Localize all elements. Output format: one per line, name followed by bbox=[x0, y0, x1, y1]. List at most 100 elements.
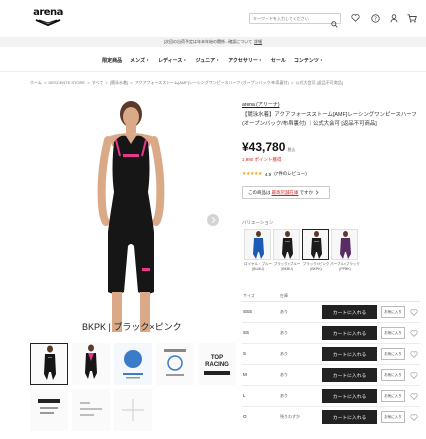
heart-icon[interactable] bbox=[408, 369, 420, 381]
thumbnail-back[interactable] bbox=[72, 343, 110, 385]
search-input[interactable] bbox=[250, 14, 328, 23]
breadcrumb-store[interactable]: DESCENTE STORE bbox=[48, 80, 85, 85]
brand-link[interactable]: arena (アリーナ) bbox=[242, 101, 280, 108]
product-title: 【競泳水着】アクアフォースストーム[AMF]レーシングワンピースハーフ(オープン… bbox=[242, 112, 417, 127]
search-icon[interactable] bbox=[331, 15, 338, 33]
breadcrumb-sep: > bbox=[130, 80, 133, 85]
size-row: S あり カートに入れる お気に入り bbox=[242, 344, 420, 365]
global-nav: 限定商品 メンズ・ レディース・ ジュニア・ アクセサリー・ セール コンテンツ… bbox=[0, 50, 426, 72]
points-text: 1,990 ポイント獲得 bbox=[242, 157, 282, 162]
thumbnail-top-racing[interactable]: TOP RACING bbox=[198, 343, 236, 385]
stock-status: あり bbox=[280, 393, 288, 398]
heart-icon[interactable] bbox=[408, 306, 420, 318]
svg-text:RACING: RACING bbox=[205, 362, 229, 368]
stock-suffix: ですか bbox=[299, 189, 314, 195]
size-table-header: サイズ 在庫 bbox=[242, 292, 420, 302]
stock-status: 残りわずか bbox=[280, 414, 300, 419]
breadcrumb-sep: > bbox=[44, 80, 47, 85]
star-rating-icon: ★★★★★ bbox=[242, 171, 262, 177]
chevron-right-icon bbox=[315, 190, 319, 195]
thumbnail-world-aquatics[interactable] bbox=[156, 343, 194, 385]
breadcrumb-product-tail: 公式大会可 [返品不可商品] bbox=[295, 80, 343, 85]
add-to-cart-button[interactable]: カートに入れる bbox=[322, 305, 377, 319]
stock-prefix: この商品は bbox=[248, 189, 271, 195]
notice-text: [次回の出荷予定は年末年始の関係...確認について bbox=[163, 39, 253, 44]
size-row: SSS あり カートに入れる お気に入り bbox=[242, 302, 420, 323]
color-caption: BKPK | ブラック×ピンク bbox=[82, 322, 182, 332]
variation-label: バリエーション bbox=[242, 220, 274, 225]
favorite-button[interactable]: お気に入り bbox=[381, 411, 405, 423]
variation-black-blue[interactable] bbox=[273, 229, 300, 260]
size-label: S bbox=[243, 351, 247, 356]
user-icon[interactable] bbox=[388, 12, 400, 24]
variation-name: ブラック×ピンク(BKPK) bbox=[302, 262, 330, 271]
favorite-button[interactable]: お気に入り bbox=[381, 306, 405, 318]
tax-label: 税込 bbox=[287, 147, 296, 152]
thumbnail-aquaforce[interactable] bbox=[114, 343, 152, 385]
help-icon[interactable]: ? bbox=[369, 12, 381, 24]
favorite-button[interactable]: お気に入り bbox=[381, 348, 405, 360]
size-row: SS あり カートに入れる お気に入り bbox=[242, 323, 420, 344]
stock-status: あり bbox=[280, 351, 288, 356]
stock-link[interactable]: 最寄店舗在庫 bbox=[272, 190, 299, 196]
svg-text:?: ? bbox=[374, 16, 377, 22]
thumbnail-tech[interactable] bbox=[72, 389, 110, 431]
variation-blue[interactable] bbox=[244, 229, 271, 260]
add-to-cart-button[interactable]: カートに入れる bbox=[322, 389, 377, 403]
variation-name: ロイヤル・ブルー(BLMU) bbox=[244, 262, 272, 271]
main-product-image[interactable] bbox=[30, 92, 232, 338]
variation-name: パープル×ブラック(PPBK) bbox=[330, 262, 360, 271]
notice-link[interactable]: 詳細 bbox=[254, 39, 262, 44]
add-to-cart-button[interactable]: カートに入れる bbox=[322, 347, 377, 361]
thumbnail-logo[interactable] bbox=[30, 389, 68, 431]
nav-item-mens[interactable]: メンズ・ bbox=[126, 57, 154, 64]
next-image-button[interactable] bbox=[207, 214, 219, 226]
heart-icon[interactable] bbox=[408, 411, 420, 423]
breadcrumb-sep: > bbox=[291, 80, 294, 85]
store-stock-button[interactable]: この商品は 最寄店舗在庫 ですか bbox=[242, 186, 330, 199]
variation-name: ブラック×ブルー(BKBU) bbox=[273, 262, 301, 271]
variation-purple-black[interactable] bbox=[331, 229, 358, 260]
arena-logo[interactable]: arena bbox=[32, 8, 64, 30]
review-count[interactable]: (7件のレビュー) bbox=[274, 171, 307, 177]
size-row: L あり カートに入れる お気に入り bbox=[242, 386, 420, 407]
add-to-cart-button[interactable]: カートに入れる bbox=[322, 326, 377, 340]
favorite-button[interactable]: お気に入り bbox=[381, 390, 405, 402]
favorite-button[interactable]: お気に入り bbox=[381, 327, 405, 339]
size-label: SSS bbox=[243, 309, 253, 314]
stock-status: あり bbox=[280, 309, 288, 314]
size-label: L bbox=[243, 393, 246, 398]
breadcrumb: ホーム > DESCENTE STORE > すべて > [競泳水着] > アク… bbox=[30, 80, 344, 86]
heart-icon[interactable] bbox=[408, 348, 420, 360]
nav-item-junior[interactable]: ジュニア・ bbox=[191, 57, 224, 64]
nav-item-contents[interactable]: コンテンツ・ bbox=[290, 57, 328, 64]
variation-black-pink[interactable] bbox=[302, 229, 329, 260]
size-label: O bbox=[243, 414, 247, 419]
size-row: O 残りわずか カートに入れる お気に入り bbox=[242, 407, 420, 428]
breadcrumb-sep: > bbox=[105, 80, 108, 85]
thumbnail-more[interactable] bbox=[114, 389, 152, 431]
add-to-cart-button[interactable]: カートに入れる bbox=[322, 410, 377, 424]
breadcrumb-all[interactable]: すべて bbox=[92, 80, 104, 85]
search-box[interactable] bbox=[249, 13, 341, 28]
nav-item-limited[interactable]: 限定商品 bbox=[98, 57, 126, 64]
breadcrumb-category[interactable]: [競泳水着] bbox=[110, 80, 128, 85]
thumbnail-strip: TOP RACING bbox=[30, 343, 236, 433]
rating-value: 4.9 bbox=[264, 171, 272, 177]
breadcrumb-home[interactable]: ホーム bbox=[30, 80, 42, 85]
nav-item-accessory[interactable]: アクセサリー・ bbox=[224, 57, 267, 64]
heart-icon[interactable] bbox=[408, 327, 420, 339]
size-label: M bbox=[243, 372, 247, 377]
add-to-cart-button[interactable]: カートに入れる bbox=[322, 368, 377, 382]
favorite-button[interactable]: お気に入り bbox=[381, 369, 405, 381]
stock-header: 在庫 bbox=[280, 293, 288, 298]
heart-icon[interactable] bbox=[349, 12, 361, 24]
cart-icon[interactable] bbox=[406, 12, 418, 24]
notice-bar: [次回の出荷予定は年末年始の関係...確認について 詳細 bbox=[0, 37, 426, 47]
thumbnail-front[interactable] bbox=[30, 343, 68, 385]
rating[interactable]: ★★★★★ 4.9 (7件のレビュー) bbox=[242, 171, 307, 177]
heart-icon[interactable] bbox=[408, 390, 420, 402]
chevron-right-icon bbox=[211, 217, 216, 223]
nav-item-sale[interactable]: セール bbox=[267, 57, 290, 64]
nav-item-ladies[interactable]: レディース・ bbox=[154, 57, 191, 64]
